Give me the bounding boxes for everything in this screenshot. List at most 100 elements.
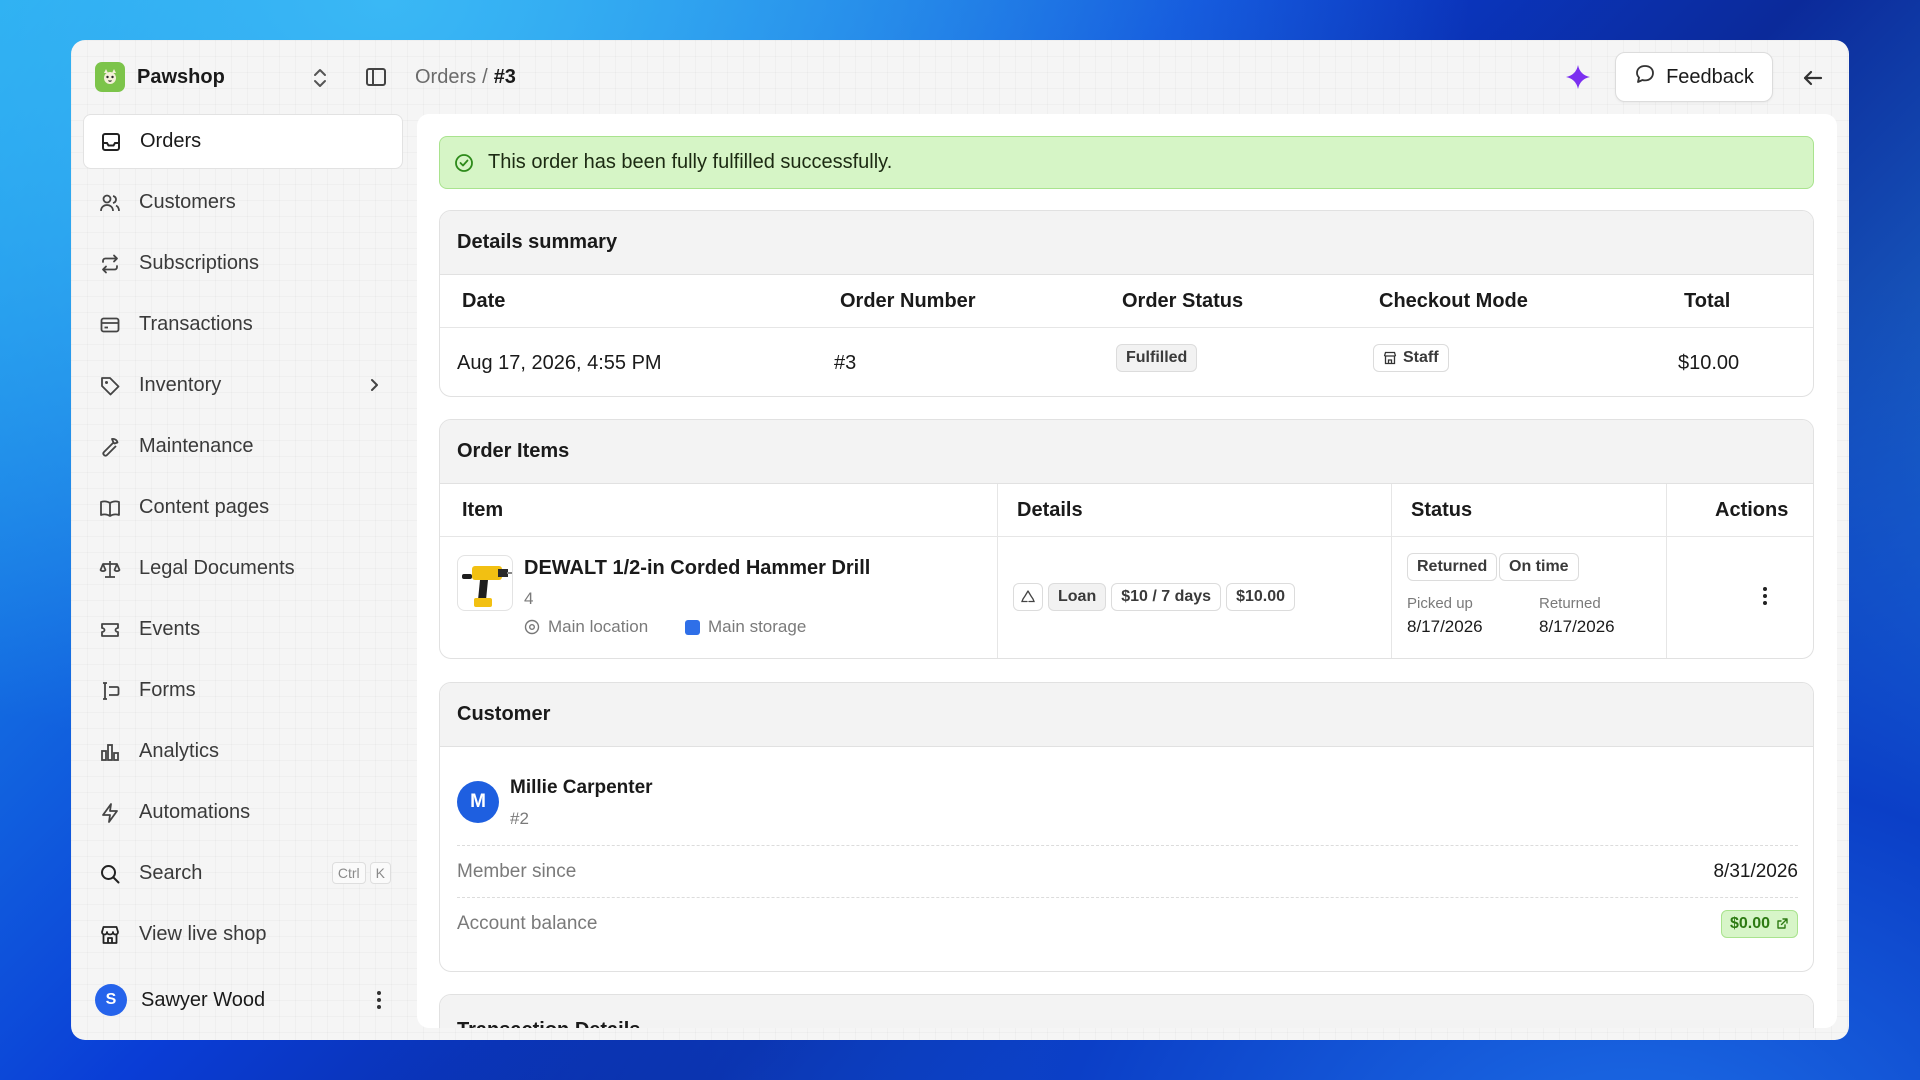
column-divider: [1666, 537, 1667, 658]
breadcrumb-separator: /: [482, 66, 488, 88]
customer-card: Customer M Millie Carpenter #2 Member si…: [439, 682, 1814, 972]
paw-logo-icon: [95, 62, 125, 92]
storage-label: Main storage: [708, 617, 807, 636]
returned-date: 8/17/2026: [1539, 617, 1615, 636]
column-divider: [997, 484, 998, 536]
item-quantity: 4: [524, 589, 534, 608]
th-checkout-mode: Checkout Mode: [1379, 290, 1528, 312]
sidebar-item-forms[interactable]: Forms: [83, 663, 403, 718]
order-date: Aug 17, 2026, 4:55 PM: [457, 352, 662, 374]
sidebar-item-subscriptions[interactable]: Subscriptions: [83, 236, 403, 291]
scale-icon: [99, 560, 121, 578]
item-name[interactable]: DEWALT 1/2-in Corded Hammer Drill: [524, 557, 870, 580]
sidebar-item-label: Maintenance: [139, 435, 254, 457]
transaction-details-card: Transaction Details: [439, 994, 1814, 1028]
external-link-icon: [1777, 918, 1788, 929]
check-circle-icon: [455, 153, 473, 172]
sidebar-item-orders[interactable]: Orders: [83, 114, 403, 169]
avatar: M: [457, 781, 499, 823]
sidebar-item-transactions[interactable]: Transactions: [83, 297, 403, 352]
inbox-icon: [102, 132, 120, 151]
account-balance-value: $0.00: [1729, 914, 1770, 932]
sidebar-item-customers[interactable]: Customers: [83, 175, 403, 230]
column-divider: [1666, 484, 1667, 536]
success-alert: This order has been fully fulfilled succ…: [439, 136, 1814, 189]
table-row: DEWALT 1/2-in Corded Hammer Drill 4 Main…: [440, 537, 1813, 658]
repeat-icon: [102, 254, 118, 273]
sidebar-item-content-pages[interactable]: Content pages: [83, 480, 403, 535]
sidebar-item-label: Analytics: [139, 740, 220, 762]
member-since-value: 8/31/2026: [1713, 860, 1798, 882]
brand[interactable]: Pawshop: [95, 62, 225, 92]
summary-table-header: Date Order Number Order Status Checkout …: [440, 275, 1813, 328]
kbd-ctrl: Ctrl: [331, 862, 366, 884]
account-balance-badge[interactable]: $0.00: [1720, 909, 1798, 938]
sidebar-item-automations[interactable]: Automations: [83, 785, 403, 840]
th-total: Total: [1684, 290, 1731, 312]
more-vertical-icon[interactable]: [1758, 585, 1772, 607]
th-details: Details: [1017, 499, 1083, 521]
loan-type-badge: Loan: [1048, 583, 1107, 611]
member-since-row: Member since 8/31/2026: [457, 845, 1798, 897]
returned-status-badge: Returned: [1407, 553, 1498, 581]
item-details-badges: Loan $10 / 7 days $10.00: [1013, 583, 1295, 611]
chevron-up-down-icon[interactable]: [309, 66, 331, 90]
sidebar-item-events[interactable]: Events: [83, 602, 403, 657]
picked-up-label: Picked up: [1407, 595, 1473, 612]
wrench-icon: [102, 437, 119, 457]
arrow-left-icon[interactable]: [1799, 64, 1827, 92]
search-icon: [101, 864, 120, 883]
ai-sparkle-icon[interactable]: [1563, 62, 1593, 92]
th-item: Item: [462, 499, 504, 521]
table-row: Aug 17, 2026, 4:55 PM #3 Fulfilled Staff…: [440, 328, 1813, 396]
price-badge: $10.00: [1226, 583, 1295, 611]
breadcrumb-current: #3: [493, 66, 516, 88]
customer-name[interactable]: Millie Carpenter: [510, 777, 653, 799]
more-vertical-icon[interactable]: [369, 989, 389, 1011]
breadcrumb: Orders / #3: [415, 66, 516, 89]
chat-bubble-icon: [1634, 63, 1656, 91]
feedback-button[interactable]: Feedback: [1615, 52, 1773, 102]
item-location: Main location: [524, 617, 648, 637]
sidebar-toggle-icon[interactable]: [365, 66, 387, 88]
user-profile[interactable]: S Sawyer Wood: [83, 975, 403, 1025]
th-order-number: Order Number: [840, 290, 976, 312]
transaction-details-title: Transaction Details: [457, 1019, 640, 1028]
sidebar-search[interactable]: Search Ctrl K: [83, 846, 403, 901]
product-image[interactable]: [457, 555, 513, 611]
sidebar-item-label: Inventory: [139, 374, 222, 396]
items-table-header: Item Details Status Actions: [440, 484, 1813, 537]
search-shortcut: Ctrl K: [331, 862, 391, 884]
sidebar-item-label: Orders: [140, 130, 202, 152]
sidebar-item-analytics[interactable]: Analytics: [83, 724, 403, 779]
order-total: $10.00: [1678, 352, 1740, 374]
sidebar-item-label: Customers: [139, 191, 236, 213]
app-window: Pawshop Orders / #3 Feedback Orders Cust…: [71, 40, 1849, 1040]
sidebar-view-live-shop[interactable]: View live shop: [83, 907, 403, 962]
location-label: Main location: [548, 617, 649, 636]
breadcrumb-orders-link[interactable]: Orders: [415, 66, 476, 89]
order-items-card: Order Items Item Details Status Actions: [439, 419, 1814, 659]
customer-id: #2: [510, 809, 529, 828]
ticket-icon: [101, 622, 119, 637]
search-label: Search: [139, 862, 203, 884]
column-divider: [997, 537, 998, 658]
sidebar-item-inventory[interactable]: Inventory: [83, 358, 403, 413]
account-balance-label: Account balance: [457, 912, 598, 934]
drill-icon: [462, 566, 512, 607]
sidebar-item-legal-documents[interactable]: Legal Documents: [83, 541, 403, 596]
live-shop-label: View live shop: [139, 923, 267, 945]
recycle-icon: [1013, 583, 1043, 611]
sidebar-item-maintenance[interactable]: Maintenance: [83, 419, 403, 474]
map-pin-icon: [524, 619, 540, 635]
sidebar-item-label: Automations: [139, 801, 251, 823]
card-title: Customer: [440, 683, 1813, 747]
credit-card-icon: [100, 317, 120, 332]
chevron-right-icon[interactable]: [365, 376, 383, 394]
text-cursor-input-icon: [103, 681, 120, 700]
picked-up-date: 8/17/2026: [1407, 617, 1483, 636]
tag-icon: [101, 376, 120, 395]
column-divider: [1391, 537, 1392, 658]
top-bar: Pawshop Orders / #3 Feedback: [71, 40, 1849, 114]
main-panel: This order has been fully fulfilled succ…: [417, 114, 1837, 1028]
